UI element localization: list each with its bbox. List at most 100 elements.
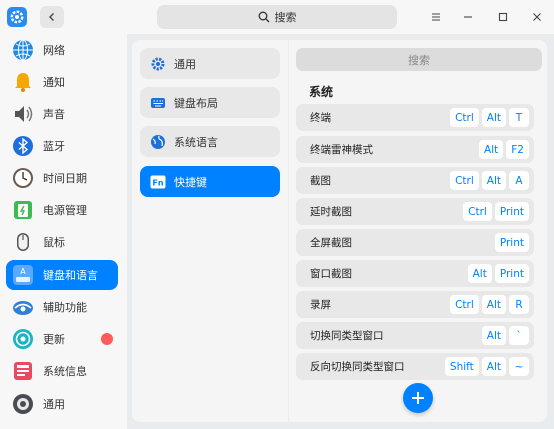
sidebar-item-label: 声音 (43, 108, 65, 121)
shortcut-key: T (509, 108, 529, 127)
shortcut-row[interactable]: 延时截图 Ctrl Print (296, 198, 534, 225)
shortcut-key: ` (509, 326, 529, 345)
shortcut-keys[interactable]: Shift Alt ~ (444, 357, 529, 376)
clock-icon (13, 168, 33, 188)
submenu-item-label: 通用 (174, 57, 196, 71)
shortcuts-panel: 搜索 系统 终端 Ctrl Alt T 终端雷神模式 Alt F2 截图 Ctrl Alt A 延时截… (289, 40, 547, 422)
shortcut-keys[interactable]: Print (494, 233, 529, 252)
sidebar-item-datetime[interactable]: 时间日期 (6, 163, 118, 193)
submenu-item-general[interactable]: 通用 (140, 48, 280, 79)
shortcut-key: Ctrl (450, 171, 479, 190)
shortcut-key: Print (494, 233, 529, 252)
title-bar: 搜索 (0, 0, 554, 34)
mouse-icon (17, 233, 29, 251)
sidebar-item-label: 鼠标 (43, 236, 65, 249)
shortcut-label: 截图 (310, 175, 331, 187)
sidebar-item-mouse[interactable]: 鼠标 (6, 227, 118, 257)
shortcut-row[interactable]: 切换同类型窗口 Alt ` (296, 322, 534, 349)
sidebar-item-label: 通用 (43, 398, 65, 411)
shortcut-row[interactable]: 窗口截图 Alt Print (296, 260, 534, 287)
shortcut-keys[interactable]: Ctrl Alt A (450, 171, 529, 190)
shortcut-keys[interactable]: Ctrl Alt T (450, 108, 529, 127)
sidebar-item-keyboard-language[interactable]: A 键盘和语言 (6, 260, 118, 290)
hamburger-menu-icon (432, 13, 440, 21)
shortcut-label: 终端 (310, 112, 331, 124)
shortcut-key: R (509, 295, 529, 314)
close-button[interactable] (528, 8, 546, 26)
shortcut-key: ~ (509, 357, 529, 376)
shortcut-row[interactable]: 终端雷神模式 Alt F2 (296, 136, 534, 163)
accessibility-icon (13, 301, 33, 315)
sidebar-item-label: 辅助功能 (43, 301, 87, 314)
shortcut-key: A (509, 171, 529, 190)
submenu-item-label: 快捷键 (174, 175, 207, 189)
sidebar-item-label: 时间日期 (43, 172, 87, 185)
shortcut-keys[interactable]: Ctrl Alt R (450, 295, 529, 314)
sidebar-item-label: 网络 (43, 44, 65, 57)
shortcut-key: Alt (481, 108, 506, 127)
shortcut-key: Alt (481, 326, 506, 345)
submenu-item-system-language[interactable]: 系统语言 (140, 126, 280, 157)
global-search-input[interactable]: 搜索 (157, 5, 397, 29)
shortcut-key: Ctrl (450, 295, 479, 314)
shortcut-label: 窗口截图 (310, 268, 352, 280)
svg-text:A: A (20, 267, 26, 276)
maximize-button[interactable] (494, 8, 512, 26)
back-button[interactable] (40, 6, 64, 28)
minimize-icon (464, 16, 472, 18)
sidebar-item-label: 系统信息 (43, 365, 87, 378)
shortcut-keys[interactable]: Ctrl Print (463, 202, 529, 221)
keyboard-layout-icon (151, 97, 165, 108)
sidebar-item-update[interactable]: 更新 (6, 324, 118, 354)
shortcut-key: Ctrl (463, 202, 492, 221)
shortcut-row[interactable]: 反向切换同类型窗口 Shift Alt ~ (296, 353, 534, 380)
sidebar-item-notification[interactable]: 通知 (6, 67, 118, 97)
settings-gear-icon (6, 6, 28, 28)
submenu-item-label: 系统语言 (174, 135, 218, 149)
sidebar-item-sound[interactable]: 声音 (6, 99, 118, 129)
menu-button[interactable] (427, 8, 445, 26)
shortcut-key: F2 (506, 140, 529, 159)
shortcut-row[interactable]: 终端 Ctrl Alt T (296, 104, 534, 131)
sidebar-item-bluetooth[interactable]: 蓝牙 (6, 131, 118, 161)
keyboard-submenu-panel: 通用 键盘布局 系统语言 Fn 快捷键 (132, 40, 288, 422)
shortcut-key: Alt (481, 295, 506, 314)
global-search-label: 搜索 (274, 11, 297, 24)
sidebar-item-accessibility[interactable]: 辅助功能 (6, 292, 118, 322)
chevron-left-icon (49, 13, 54, 21)
bluetooth-icon (13, 136, 33, 156)
shortcut-row[interactable]: 录屏 Ctrl Alt R (296, 291, 534, 318)
system-info-icon (14, 362, 32, 380)
shortcut-key: Print (494, 264, 529, 283)
shortcut-label: 全屏截图 (310, 237, 352, 249)
battery-icon (14, 201, 32, 219)
sidebar-item-power[interactable]: 电源管理 (6, 195, 118, 225)
shortcut-label: 反向切换同类型窗口 (310, 361, 405, 373)
shortcut-key: Shift (444, 357, 479, 376)
add-shortcut-button[interactable] (403, 383, 433, 413)
sidebar-item-network[interactable]: 网络 (6, 35, 118, 65)
minimize-button[interactable] (459, 8, 477, 26)
svg-text:Fn: Fn (152, 178, 163, 187)
close-icon (533, 13, 541, 21)
speaker-icon (15, 106, 33, 122)
shortcut-row[interactable]: 截图 Ctrl Alt A (296, 167, 534, 194)
shortcut-keys[interactable]: Alt Print (467, 264, 529, 283)
section-title: 系统 (309, 85, 334, 99)
shortcut-label: 终端雷神模式 (310, 144, 373, 156)
submenu-item-shortcuts[interactable]: Fn 快捷键 (140, 166, 280, 197)
plus-icon (412, 392, 424, 404)
shortcut-keys[interactable]: Alt F2 (479, 140, 529, 159)
shortcut-search-placeholder: 搜索 (408, 53, 430, 67)
gear-icon (151, 57, 165, 70)
shortcut-keys[interactable]: Alt ` (481, 326, 529, 345)
fn-key-icon: Fn (150, 175, 166, 188)
sidebar-item-system-info[interactable]: 系统信息 (6, 356, 118, 386)
submenu-item-keyboard-layout[interactable]: 键盘布局 (140, 87, 280, 118)
sidebar-item-general[interactable]: 通用 (6, 389, 118, 419)
sidebar: 网络 通知 声音 蓝牙 时间日期 电源管理 鼠标 A 键盘和语言 辅助功能 更新… (0, 34, 127, 429)
shortcut-key: Alt (481, 357, 506, 376)
shortcut-row[interactable]: 全屏截图 Print (296, 229, 534, 256)
shortcut-search-input[interactable]: 搜索 (296, 48, 542, 71)
language-globe-icon (151, 134, 165, 149)
